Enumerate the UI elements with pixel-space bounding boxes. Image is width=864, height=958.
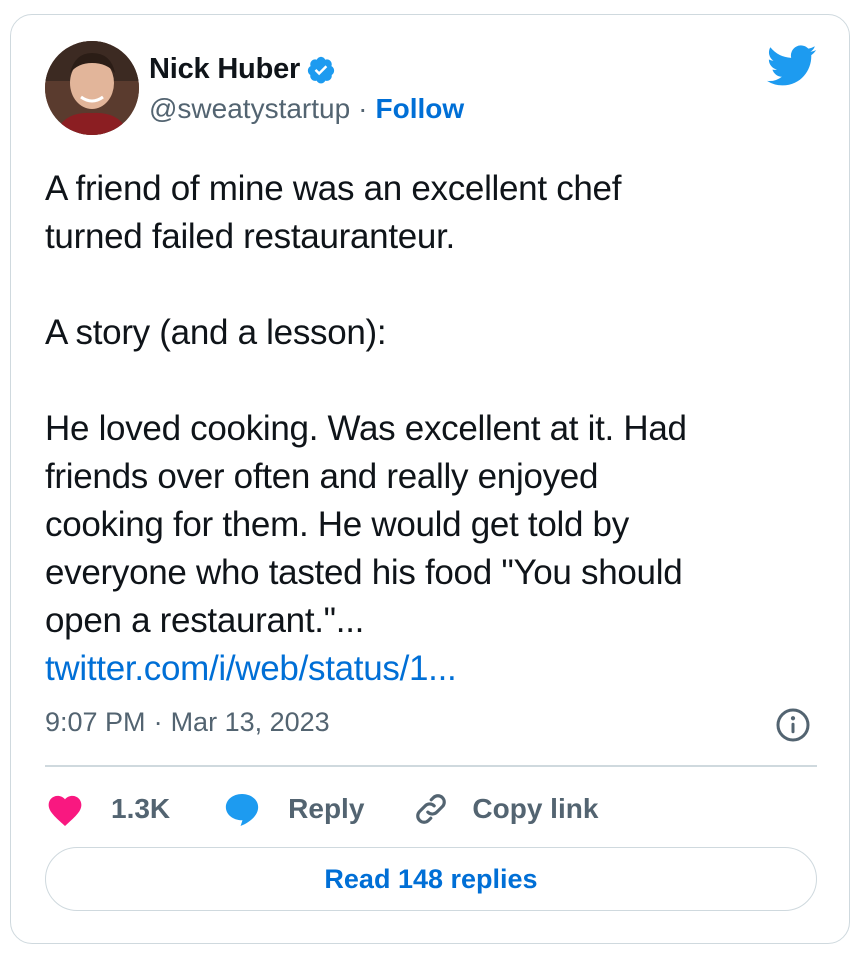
tweet-date: Mar 13, 2023: [170, 707, 330, 737]
reply-button[interactable]: Reply: [222, 790, 364, 828]
like-count: 1.3K: [111, 793, 171, 824]
author-name-row: Nick Huber: [149, 53, 336, 86]
tweet-line: He loved cooking. Was excellent at it. H…: [45, 409, 687, 448]
tweet-line: A story (and a lesson):: [45, 313, 387, 352]
info-icon[interactable]: [775, 707, 811, 743]
tweet-card: Nick Huber @sweatystartup · Follow A fri…: [10, 14, 850, 944]
like-button[interactable]: 1.3K: [45, 791, 170, 827]
timestamp[interactable]: 9:07 PM · Mar 13, 2023: [45, 707, 330, 738]
action-bar: 1.3K Reply Copy link: [45, 787, 598, 831]
tweet-link[interactable]: twitter.com/i/web/status/1...: [45, 645, 825, 693]
tweet-line: everyone who tasted his food "You should: [45, 553, 683, 592]
tweet-line: cooking for them. He would get told by: [45, 505, 629, 544]
tweet-line: open a restaurant."...: [45, 601, 365, 640]
divider: [45, 765, 817, 767]
reply-label: Reply: [288, 793, 365, 824]
tweet-line: friends over often and really enjoyed: [45, 457, 599, 496]
separator: ·: [153, 707, 163, 737]
separator: ·: [358, 93, 368, 124]
read-replies-button[interactable]: Read 148 replies: [45, 847, 817, 911]
author-name[interactable]: Nick Huber: [149, 53, 300, 86]
avatar[interactable]: [45, 41, 139, 135]
tweet-text: A friend of mine was an excellent chef t…: [45, 165, 825, 693]
author-handle-row: @sweatystartup · Follow: [149, 93, 464, 125]
author-handle[interactable]: @sweatystartup: [149, 93, 350, 125]
speech-bubble-icon: [226, 793, 259, 826]
tweet-line: A friend of mine was an excellent chef: [45, 169, 622, 208]
follow-button[interactable]: Follow: [376, 93, 465, 125]
link-icon: [416, 794, 447, 824]
twitter-bird-icon[interactable]: [767, 45, 817, 87]
avatar-photo: [45, 41, 139, 135]
tweet-time: 9:07 PM: [45, 707, 146, 737]
copy-link-button[interactable]: Copy link: [412, 790, 598, 828]
read-replies-label: Read 148 replies: [324, 863, 538, 894]
copy-link-label: Copy link: [472, 793, 599, 824]
heart-icon: [48, 795, 82, 827]
verified-badge-icon: [307, 56, 335, 83]
tweet-line: turned failed restauranteur.: [45, 217, 455, 256]
